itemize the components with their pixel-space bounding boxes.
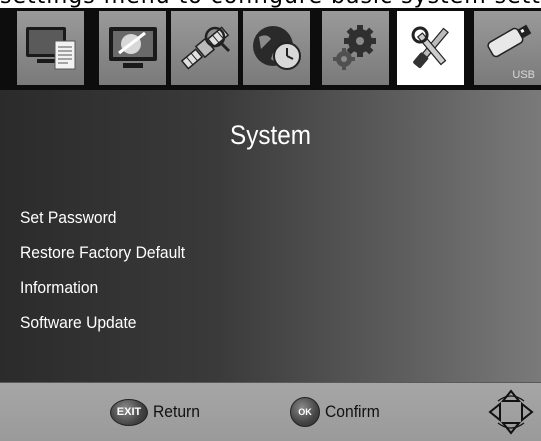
help-bar: EXIT Return OK Confirm (0, 382, 541, 441)
ok-key-icon: OK (290, 397, 320, 427)
menu-item-software-update[interactable]: Software Update (20, 305, 324, 340)
hint-confirm: OK Confirm (290, 397, 385, 427)
dpad-icon (488, 389, 534, 435)
menu-item-information[interactable]: Information (20, 270, 324, 305)
menu-item-restore-factory-default[interactable]: Restore Factory Default (20, 235, 324, 270)
monitor-brush-icon (108, 27, 157, 68)
confirm-label: Confirm (325, 402, 380, 421)
tile-picture[interactable] (99, 11, 166, 85)
exit-key-icon: EXIT (110, 398, 148, 426)
tv-document-icon (25, 27, 75, 70)
main-menu-icon-bar: USB (0, 8, 541, 90)
system-menu-list: Set Password Restore Factory Default Inf… (20, 200, 350, 340)
satellite-icon (180, 26, 230, 70)
tile-usb[interactable]: USB (474, 11, 541, 85)
tile-program-manage[interactable] (17, 11, 84, 85)
top-clipped-text: settings menu to configure basic system … (0, 0, 541, 8)
hint-return: EXIT Return (110, 397, 204, 427)
usb-drive-icon (486, 24, 531, 58)
globe-clock-icon (252, 26, 301, 70)
menu-item-set-password[interactable]: Set Password (20, 200, 324, 235)
system-menu-screen: USB System Set Password Restore Factory … (0, 8, 541, 441)
tile-option[interactable] (322, 11, 389, 85)
tools-icon (411, 26, 449, 69)
gears-icon (332, 25, 376, 70)
tile-time[interactable] (243, 11, 310, 85)
tile-channel-search[interactable] (171, 11, 238, 85)
page-title: System (229, 120, 312, 150)
tile-system[interactable] (397, 11, 464, 85)
usb-label: USB (512, 69, 535, 81)
return-label: Return (153, 402, 200, 421)
